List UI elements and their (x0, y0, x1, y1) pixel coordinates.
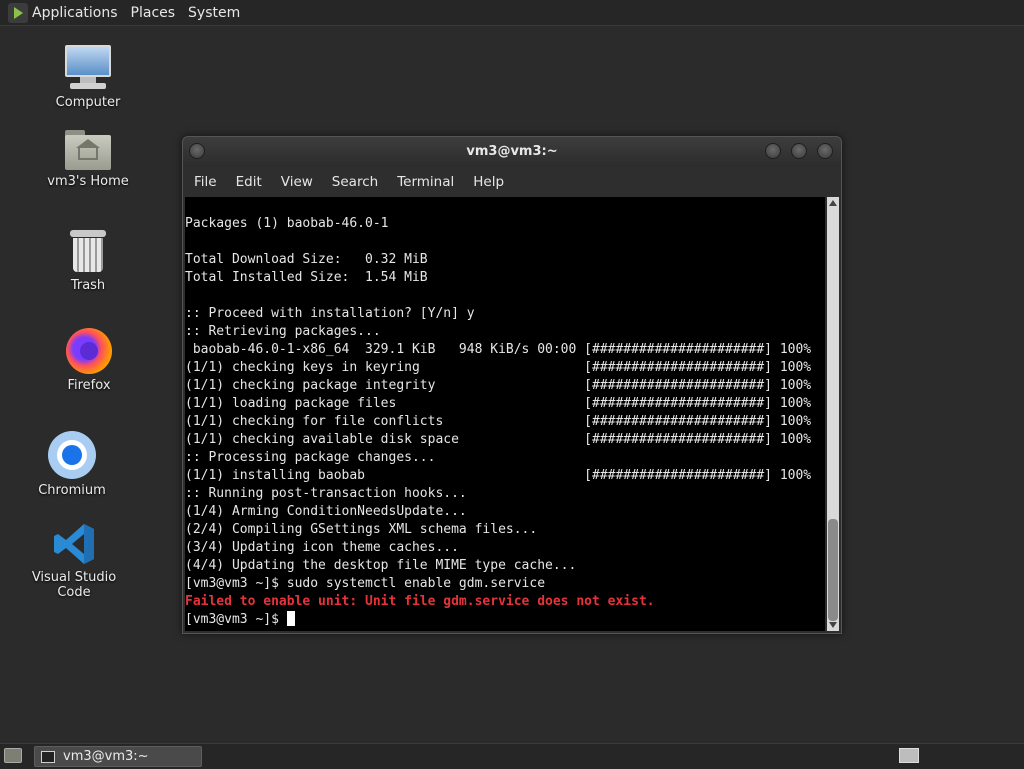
terminal-prompt-line: [vm3@vm3 ~]$ (185, 611, 825, 629)
desktop-icon-computer[interactable]: Computer (38, 45, 138, 110)
terminal-line: Total Download Size: 0.32 MiB (185, 252, 428, 267)
menu-search[interactable]: Search (332, 174, 378, 190)
vscode-icon (52, 522, 96, 566)
terminal-line: Packages (1) baobab-46.0-1 (185, 216, 389, 231)
window-title: vm3@vm3:~ (466, 144, 558, 159)
terminal-line: baobab-46.0-1-x86_64 329.1 KiB 948 KiB/s… (185, 342, 812, 357)
desktop-icon-label: Computer (55, 95, 121, 110)
terminal-line: (1/1) checking keys in keyring [########… (185, 360, 812, 375)
menu-file[interactable]: File (194, 174, 217, 190)
menu-applications[interactable]: Applications (32, 5, 118, 21)
top-panel: Applications Places System (0, 0, 1024, 26)
menu-edit[interactable]: Edit (236, 174, 262, 190)
desktop-icon-trash[interactable]: Trash (38, 230, 138, 293)
menu-view[interactable]: View (281, 174, 313, 190)
scroll-up-arrow-icon[interactable] (829, 200, 837, 206)
terminal-output[interactable]: Packages (1) baobab-46.0-1 Total Downloa… (185, 197, 825, 631)
scroll-down-arrow-icon[interactable] (829, 622, 837, 628)
terminal-line: [vm3@vm3 ~]$ sudo systemctl enable gdm.s… (185, 576, 546, 591)
taskbar-button-terminal[interactable]: vm3@vm3:~ (34, 746, 202, 767)
bottom-panel: vm3@vm3:~ (0, 743, 1024, 769)
desktop-icon-chromium[interactable]: Chromium (22, 431, 122, 498)
desktop-icon-vscode[interactable]: Visual Studio Code (14, 522, 134, 600)
terminal-line: :: Running post-transaction hooks... (185, 486, 467, 501)
firefox-icon (66, 328, 112, 374)
terminal-line: Total Installed Size: 1.54 MiB (185, 270, 428, 285)
terminal-line: (1/4) Arming ConditionNeedsUpdate... (185, 504, 467, 519)
terminal-scrollbar[interactable] (827, 197, 839, 631)
terminal-line: (1/1) installing baobab [###############… (185, 468, 812, 483)
terminal-window[interactable]: vm3@vm3:~ File Edit View Search Terminal… (182, 136, 842, 634)
desktop-icon-label: vm3's Home (47, 174, 129, 189)
close-button[interactable] (817, 143, 833, 159)
terminal-line: :: Processing package changes... (185, 450, 436, 465)
trash-icon (70, 230, 106, 274)
terminal-line: (3/4) Updating icon theme caches... (185, 540, 459, 555)
desktop-icon-home[interactable]: vm3's Home (38, 130, 138, 189)
maximize-button[interactable] (791, 143, 807, 159)
distro-logo-icon[interactable] (8, 2, 28, 23)
menu-terminal[interactable]: Terminal (397, 174, 454, 190)
menu-system[interactable]: System (188, 5, 240, 21)
menu-help[interactable]: Help (473, 174, 504, 190)
terminal-error-line: Failed to enable unit: Unit file gdm.ser… (185, 594, 655, 609)
desktop-icon-label: Chromium (38, 483, 106, 498)
terminal-icon (41, 750, 55, 763)
terminal-line: (1/1) checking available disk space [###… (185, 432, 812, 447)
terminal-line: (4/4) Updating the desktop file MIME typ… (185, 558, 577, 573)
terminal-line: :: Proceed with installation? [Y/n] y (185, 306, 475, 321)
window-titlebar[interactable]: vm3@vm3:~ (183, 137, 841, 167)
computer-icon (64, 45, 112, 91)
text-cursor (286, 611, 295, 626)
desktop-icon-label: Visual Studio Code (31, 570, 117, 600)
terminal-line: :: Retrieving packages... (185, 324, 381, 339)
workspace-switcher[interactable] (899, 748, 919, 763)
desktop-icon-firefox[interactable]: Firefox (39, 328, 139, 393)
window-menubar: File Edit View Search Terminal Help (183, 167, 841, 197)
scrollbar-thumb[interactable] (828, 519, 838, 621)
terminal-line: (1/1) checking for file conflicts [#####… (185, 414, 812, 429)
menu-places[interactable]: Places (131, 5, 176, 21)
terminal-line: (1/1) loading package files [###########… (185, 396, 812, 411)
desktop-icon-label: Firefox (67, 378, 111, 393)
minimize-button[interactable] (765, 143, 781, 159)
terminal-line: (1/1) checking package integrity [######… (185, 378, 812, 393)
taskbar-button-label: vm3@vm3:~ (63, 749, 149, 764)
home-folder-icon (65, 130, 111, 170)
show-desktop-icon[interactable] (4, 748, 22, 763)
chromium-icon (48, 431, 96, 479)
terminal-line: (2/4) Compiling GSettings XML schema fil… (185, 522, 538, 537)
terminal-prompt: [vm3@vm3 ~]$ (185, 612, 287, 627)
desktop-icon-label: Trash (70, 278, 106, 293)
